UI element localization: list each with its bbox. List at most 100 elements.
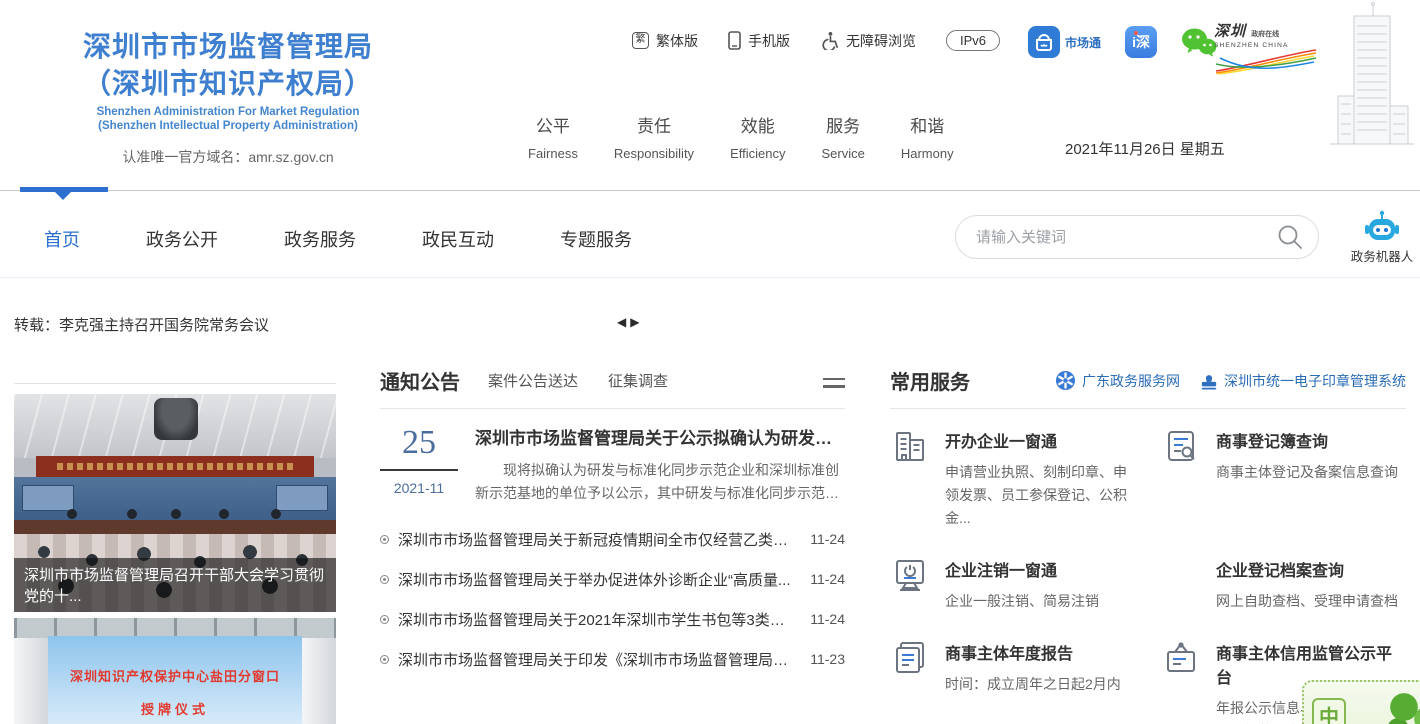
notices-more-icon[interactable] — [823, 369, 845, 393]
shenzhen-china-logo[interactable]: 深圳 政府在线 SHENZHEN CHINA — [1214, 20, 1324, 75]
notice-title[interactable]: 深圳市市场监督管理局关于印发《深圳市市场监督管理局商... — [398, 649, 796, 670]
notice-date: 11-24 — [810, 531, 845, 547]
featured-title[interactable]: 深圳市市场监督管理局关于公示拟确认为研发与标... — [475, 424, 845, 449]
notice-row[interactable]: 深圳市市场监督管理局关于举办促进体外诊断企业“高质量... 11-24 — [380, 559, 845, 599]
ishenzhen-app-icon[interactable]: i深 — [1125, 26, 1157, 58]
services-title: 常用服务 — [890, 366, 970, 395]
guangdong-gov-service-link[interactable]: 广东政务服务网 — [1055, 370, 1180, 391]
nav-item-special-services[interactable]: 专题服务 — [560, 226, 632, 252]
slide2-banner: 深圳知识产权保护中心盐田分窗口 授牌仪式 — [48, 636, 302, 724]
ticker-prev-icon[interactable]: ◀ — [617, 315, 626, 329]
notice-title[interactable]: 深圳市市场监督管理局关于新冠疫情期间全市仅经营乙类非... — [398, 529, 796, 550]
nav-item-home[interactable]: 首页 — [44, 226, 80, 252]
tab-surveys[interactable]: 征集调查 — [608, 370, 668, 391]
service-title[interactable]: 企业登记档案查询 — [1216, 557, 1398, 581]
nav-divider — [0, 190, 1420, 191]
services-header: 常用服务 广东政务服务网 — [890, 366, 1406, 409]
service-desc: 网上自助查档、受理申请查档 — [1216, 590, 1398, 613]
nav-item-interaction[interactable]: 政民互动 — [422, 226, 494, 252]
featured-content: 深圳市市场监督管理局关于公示拟确认为研发与标... 现将拟确认为研发与标准化同步… — [475, 424, 845, 505]
service-title[interactable]: 商事登记簿查询 — [1216, 428, 1398, 452]
featured-year-month: 2021-11 — [380, 480, 458, 496]
main-nav: 首页 政务公开 政务服务 政民互动 专题服务 — [44, 226, 632, 252]
traditional-chinese-link[interactable]: 繁 繁体版 — [632, 31, 698, 51]
site-title-line2: （深圳市知识产权局） — [28, 65, 428, 102]
notice-date: 11-24 — [810, 571, 845, 587]
value-harmony: 和谐Harmony — [901, 112, 954, 161]
value-responsibility: 责任Responsibility — [614, 112, 694, 161]
eseal-system-link[interactable]: 深圳市统一电子印章管理系统 — [1200, 371, 1406, 391]
service-desc: 申请营业执照、刻制印章、申领发票、员工参保登记、公积金... — [945, 461, 1135, 530]
photo-carousel: 深圳市市场监督管理局召开干部大会学习贯彻党的十... 深圳知识产权保护中心盐田分… — [14, 394, 336, 724]
notices-tabs: 案件公告送达 征集调查 — [488, 370, 668, 391]
bullet-icon — [380, 615, 389, 624]
service-deregistration[interactable]: 企业注销一窗通 企业一般注销、简易注销 — [890, 555, 1135, 613]
shenzhen-china-logo-zh: 深圳 政府在线 — [1214, 20, 1324, 41]
service-open-business[interactable]: 开办企业一窗通 申请营业执照、刻制印章、申领发票、员工参保登记、公积金... — [890, 426, 1135, 530]
mobile-version-link[interactable]: 手机版 — [728, 31, 790, 51]
gov-robot-button[interactable]: 政务机器人 — [1350, 210, 1414, 265]
values-row: 公平Fairness 责任Responsibility 效能Efficiency… — [528, 112, 954, 161]
tab-case-announcements[interactable]: 案件公告送达 — [488, 370, 578, 391]
nav-item-gov-info[interactable]: 政务公开 — [146, 226, 218, 252]
notice-title[interactable]: 深圳市市场监督管理局关于举办促进体外诊断企业“高质量... — [398, 569, 796, 590]
notice-row[interactable]: 深圳市市场监督管理局关于新冠疫情期间全市仅经营乙类非... 11-24 — [380, 519, 845, 559]
accessibility-link[interactable]: 无障碍浏览 — [820, 31, 916, 51]
notice-date: 11-23 — [810, 651, 845, 667]
service-annual-report[interactable]: 商事主体年度报告 时间：成立周年之日起2月内 — [890, 638, 1135, 724]
official-domain-note: 认准唯一官方域名：amr.sz.gov.cn — [28, 147, 428, 167]
floating-widget-char: 中 — [1312, 698, 1346, 724]
guangdong-gov-service-label: 广东政务服务网 — [1082, 371, 1180, 391]
featured-date-divider — [380, 469, 458, 471]
notice-row[interactable]: 深圳市市场监督管理局关于印发《深圳市市场监督管理局商... 11-23 — [380, 639, 845, 679]
wechat-icon[interactable] — [1181, 27, 1217, 57]
rainbow-swoosh-icon — [1214, 49, 1318, 75]
news-ticker[interactable]: 转载：李克强主持召开国务院常务会议 — [14, 314, 269, 335]
service-registry-query[interactable]: 商事登记簿查询 商事主体登记及备案信息查询 — [1161, 426, 1406, 530]
notices-title[interactable]: 通知公告 — [380, 366, 460, 395]
service-desc: 企业一般注销、简易注销 — [945, 590, 1099, 613]
service-desc: 商事主体登记及备案信息查询 — [1216, 461, 1398, 484]
search-input[interactable] — [976, 229, 1276, 246]
bullet-icon — [380, 535, 389, 544]
floating-widget[interactable]: 中 — [1302, 680, 1420, 724]
carousel-top-divider — [14, 383, 336, 384]
market-app-icon — [1028, 26, 1060, 58]
clover-leaves-icon — [1346, 693, 1420, 724]
ipv6-badge[interactable]: IPv6 — [946, 30, 1000, 51]
service-desc: 时间：成立周年之日起2月内 — [945, 673, 1121, 696]
notice-title[interactable]: 深圳市市场监督管理局关于2021年深圳市学生书包等3类产... — [398, 609, 796, 630]
notices-header: 通知公告 案件公告送达 征集调查 — [380, 366, 845, 409]
slide2-banner-line1: 深圳知识产权保护中心盐田分窗口 — [48, 666, 302, 685]
nav-item-gov-services[interactable]: 政务服务 — [284, 226, 356, 252]
accessibility-icon — [820, 31, 839, 50]
current-date: 2021年11月26日 星期五 — [1065, 138, 1225, 159]
search-icon[interactable] — [1276, 223, 1304, 251]
monitor-power-icon — [890, 555, 930, 595]
ticker-next-icon[interactable]: ▶ — [630, 315, 639, 329]
notices-section: 通知公告 案件公告送达 征集调查 25 2021-11 深圳市市场监督管理局关于… — [380, 366, 845, 679]
carousel-slide-meeting[interactable]: 深圳市市场监督管理局召开干部大会学习贯彻党的十... — [14, 394, 336, 612]
slide2-banner-line2: 授牌仪式 — [48, 699, 302, 718]
accessibility-label: 无障碍浏览 — [846, 31, 916, 51]
no-icon — [1161, 555, 1201, 595]
service-title[interactable]: 开办企业一窗通 — [945, 428, 1135, 452]
carousel-caption[interactable]: 深圳市市场监督管理局召开干部大会学习贯彻党的十... — [14, 558, 336, 612]
service-title[interactable]: 商事主体年度报告 — [945, 640, 1121, 664]
market-app-link[interactable]: 市场通 — [1028, 26, 1101, 58]
bullet-icon — [380, 655, 389, 664]
notices-list: 深圳市市场监督管理局关于新冠疫情期间全市仅经营乙类非... 11-24 深圳市市… — [380, 519, 845, 679]
service-title[interactable]: 企业注销一窗通 — [945, 557, 1099, 581]
slide-projector — [154, 398, 198, 440]
notice-row[interactable]: 深圳市市场监督管理局关于2021年深圳市学生书包等3类产... 11-24 — [380, 599, 845, 639]
flower-icon — [1055, 370, 1076, 391]
site-logo[interactable]: 深圳市市场监督管理局 （深圳市知识产权局） Shenzhen Administr… — [28, 28, 428, 167]
service-archive-query[interactable]: 企业登记档案查询 网上自助查档、受理申请查档 — [1161, 555, 1406, 613]
nav-bottom-divider — [0, 277, 1420, 278]
ishenzhen-app-label: i深 — [1132, 32, 1150, 52]
buildings-icon — [890, 426, 930, 466]
site-subtitle-en1: Shenzhen Administration For Market Regul… — [28, 105, 428, 119]
featured-notice[interactable]: 25 2021-11 深圳市市场监督管理局关于公示拟确认为研发与标... 现将拟… — [380, 424, 845, 505]
carousel-slide-ceremony[interactable]: 深圳知识产权保护中心盐田分窗口 授牌仪式 — [14, 618, 336, 724]
search-box — [955, 215, 1319, 259]
